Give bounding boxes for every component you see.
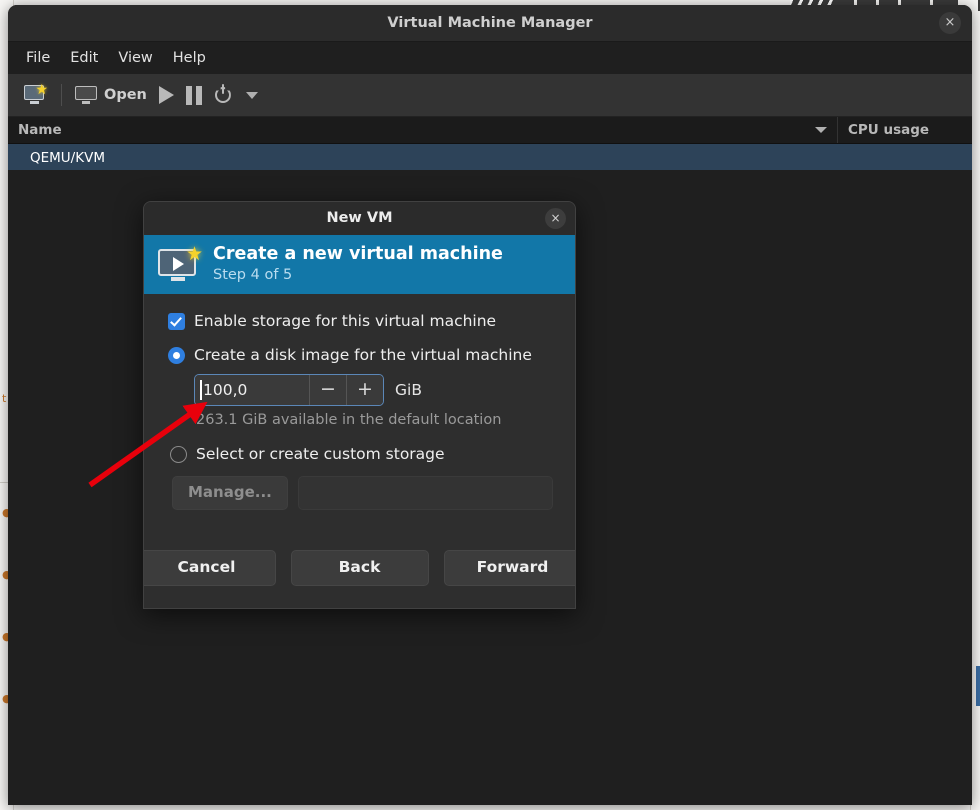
monitor-icon [75,85,97,105]
disk-size-spinner[interactable]: 100,0 − + [194,374,384,406]
dialog-title: New VM [326,210,393,226]
menubar: File Edit View Help [8,42,972,74]
create-disk-radio[interactable] [168,346,185,364]
menu-file[interactable]: File [16,47,60,69]
chevron-down-icon [245,91,258,99]
disk-size-unit-label: GiB [395,381,422,399]
dialog-titlebar: New VM × [144,202,575,235]
enable-storage-label: Enable storage for this virtual machine [194,312,497,330]
dialog-banner-text: Create a new virtual machine Step 4 of 5 [213,244,503,285]
disk-size-value: 100,0 [203,381,248,399]
create-disk-row[interactable]: Create a disk image for the virtual mach… [168,346,553,364]
dialog-footer: Cancel Back Forward [144,510,575,608]
disk-size-row: 100,0 − + GiB [194,374,553,406]
menu-view[interactable]: View [108,47,162,69]
disk-size-increment-button[interactable]: + [346,375,383,405]
back-button[interactable]: Back [290,550,429,586]
column-header-name-label: Name [18,122,62,138]
enable-storage-row[interactable]: Enable storage for this virtual machine [168,312,553,330]
custom-storage-path-input[interactable] [297,476,553,510]
new-vm-dialog: New VM × ★ Create a new virtual machine … [143,201,576,609]
power-icon [214,84,234,105]
dialog-banner-subtitle: Step 4 of 5 [213,267,293,283]
custom-storage-label: Select or create custom storage [196,445,445,463]
window-titlebar: Virtual Machine Manager × [8,5,972,42]
toolbar: ★ Open [8,74,972,117]
pause-icon [185,85,202,105]
open-button[interactable]: Open [69,79,153,111]
shutdown-button[interactable] [208,79,240,111]
available-space-text: 263.1 GiB available in the default locat… [196,412,502,428]
custom-storage-row[interactable]: Select or create custom storage [170,445,553,463]
disk-size-decrement-button[interactable]: − [309,375,346,405]
create-vm-icon: ★ [158,244,203,283]
vm-list-column-header: Name CPU usage [8,117,972,144]
new-vm-icon: ★ [24,83,48,106]
disk-size-input[interactable]: 100,0 [195,375,309,405]
run-button[interactable] [153,79,180,111]
manage-button[interactable]: Manage... [172,476,288,510]
column-header-cpu-usage[interactable]: CPU usage [838,117,972,143]
dialog-close-button[interactable]: × [545,208,566,229]
menu-help[interactable]: Help [163,47,216,69]
forward-button[interactable]: Forward [443,550,575,586]
window-title: Virtual Machine Manager [387,15,593,31]
background-right-marker [976,666,980,706]
open-button-label: Open [104,87,147,103]
manage-storage-row: Manage... [172,476,553,510]
menu-edit[interactable]: Edit [60,47,108,69]
table-row[interactable]: QEMU/KVM [8,144,972,172]
toolbar-separator [61,84,62,106]
sort-descending-icon[interactable] [815,127,827,133]
dialog-banner-title: Create a new virtual machine [213,244,503,264]
dialog-body: Enable storage for this virtual machine … [144,294,575,510]
custom-storage-radio[interactable] [170,445,187,463]
dialog-banner: ★ Create a new virtual machine Step 4 of… [144,235,575,294]
pause-button[interactable] [180,79,208,111]
new-vm-button[interactable]: ★ [18,79,54,111]
enable-storage-checkbox[interactable] [168,312,185,330]
text-cursor [200,380,202,400]
cancel-button[interactable]: Cancel [144,550,276,586]
play-icon [158,86,174,104]
create-disk-label: Create a disk image for the virtual mach… [194,346,532,364]
column-header-name[interactable]: Name [8,117,838,143]
shutdown-menu-button[interactable] [240,79,264,111]
window-close-button[interactable]: × [939,12,961,34]
